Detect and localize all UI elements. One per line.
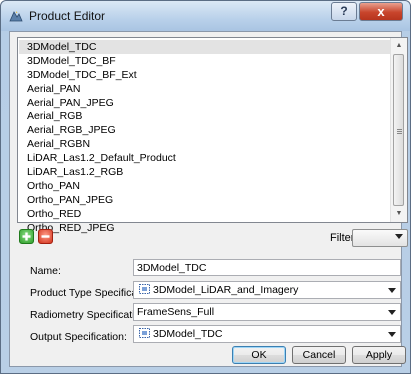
plus-icon	[22, 232, 31, 241]
list-item[interactable]: Aerial_PAN	[19, 82, 391, 96]
help-button[interactable]: ?	[331, 2, 357, 21]
radiometry-value: FrameSens_Full	[137, 306, 215, 318]
output-value: 3DModel_TDC	[153, 328, 223, 340]
filter-combo[interactable]	[352, 229, 408, 247]
product-list-items: 3DModel_TDC 3DModel_TDC_BF 3DModel_TDC_BF_…	[19, 40, 391, 234]
list-item[interactable]: Aerial_PAN_JPEG	[19, 96, 391, 110]
output-select[interactable]: 3DModel_TDC	[133, 325, 401, 343]
product-form: Name: Product Type Specification: 3DMode…	[17, 253, 408, 345]
product-type-select[interactable]: 3DModel_LiDAR_and_Imagery	[133, 281, 401, 299]
list-item[interactable]: LiDAR_Las1.2_Default_Product	[19, 151, 391, 165]
scroll-up-arrow-icon[interactable]: ▲	[391, 39, 407, 53]
close-button[interactable]: x	[359, 2, 403, 21]
apply-button[interactable]: Apply	[352, 346, 406, 364]
list-item[interactable]: Aerial_RGB	[19, 109, 391, 123]
radiometry-select[interactable]: FrameSens_Full	[133, 303, 401, 321]
name-field[interactable]	[133, 259, 401, 276]
list-item[interactable]: 3DModel_TDC_BF_Ext	[19, 68, 391, 82]
output-label: Output Specification:	[30, 331, 127, 343]
window-title: Product Editor	[29, 9, 106, 23]
list-item[interactable]: Aerial_RGB_JPEG	[19, 123, 391, 137]
list-item[interactable]: Ortho_PAN_JPEG	[19, 193, 391, 207]
grid-icon	[139, 328, 150, 338]
title-bar[interactable]: Product Editor ? x	[1, 1, 410, 31]
cancel-button[interactable]: Cancel	[292, 346, 346, 364]
scroll-thumb[interactable]	[393, 54, 404, 206]
minus-icon	[41, 235, 50, 238]
dropdown-arrow-icon	[395, 234, 403, 239]
app-icon	[9, 11, 23, 22]
list-item[interactable]: Aerial_RGBN	[19, 137, 391, 151]
dropdown-arrow-icon	[388, 288, 396, 293]
grid-icon	[139, 284, 150, 294]
list-item[interactable]: 3DModel_TDC	[19, 40, 391, 54]
add-product-button[interactable]	[19, 229, 34, 244]
remove-product-button[interactable]	[38, 229, 53, 244]
dropdown-arrow-icon	[388, 332, 396, 337]
grip-icon	[397, 129, 402, 130]
list-item[interactable]: LiDAR_Las1.2_RGB	[19, 165, 391, 179]
product-type-value: 3DModel_LiDAR_and_Imagery	[153, 284, 299, 296]
list-item[interactable]: 3DModel_TDC_BF	[19, 54, 391, 68]
list-item[interactable]: Ortho_RED	[19, 207, 391, 221]
vertical-scrollbar[interactable]: ▲ ▼	[390, 38, 407, 222]
radiometry-label: Radiometry Specification:	[30, 309, 150, 321]
scroll-down-arrow-icon[interactable]: ▼	[391, 207, 407, 221]
name-label: Name:	[30, 265, 61, 277]
product-list[interactable]: 3DModel_TDC 3DModel_TDC_BF 3DModel_TDC_BF_…	[17, 37, 408, 234]
dropdown-arrow-icon	[388, 310, 396, 315]
ok-button[interactable]: OK	[232, 346, 286, 364]
list-item[interactable]: Ortho_PAN	[19, 179, 391, 193]
